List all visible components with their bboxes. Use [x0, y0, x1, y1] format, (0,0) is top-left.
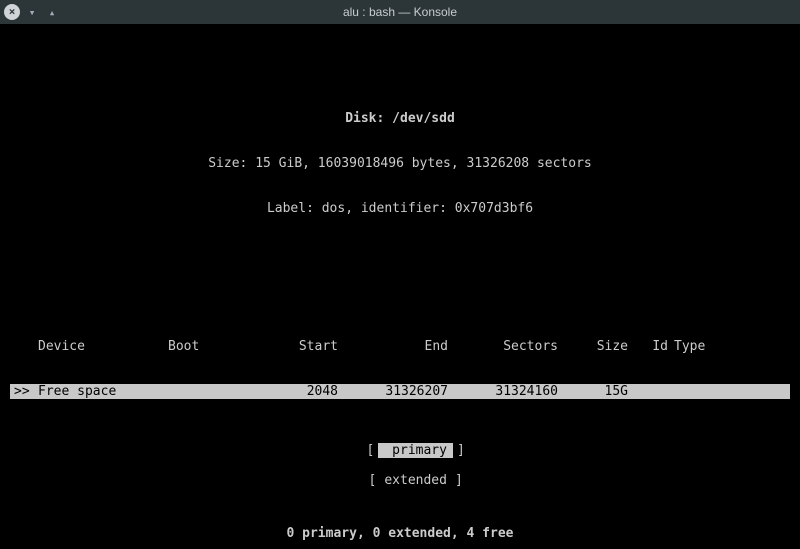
maximize-icon[interactable]: ▴ — [44, 4, 60, 20]
col-sectors: Sectors — [448, 339, 558, 354]
table-header-row: Device Boot Start End Sectors Size Id Ty… — [10, 339, 790, 354]
col-device: Device — [38, 339, 168, 354]
bracket-open: [ — [363, 443, 379, 458]
disk-header: Disk: /dev/sdd Size: 15 GiB, 16039018496… — [10, 81, 790, 246]
row-end: 31326207 — [338, 384, 448, 399]
disk-line-1: Disk: /dev/sdd — [10, 111, 790, 126]
row-type — [668, 384, 786, 399]
partition-type-menu: [ primary] [extended] — [0, 428, 800, 503]
col-boot: Boot — [168, 339, 238, 354]
table-row[interactable]: >> Free space 2048 31326207 31324160 15G — [10, 384, 790, 399]
disk-line-2: Size: 15 GiB, 16039018496 bytes, 3132620… — [10, 156, 790, 171]
col-end: End — [338, 339, 448, 354]
disk-line-3: Label: dos, identifier: 0x707d3bf6 — [10, 201, 790, 216]
row-boot — [168, 384, 238, 399]
window-title: alu : bash — Konsole — [0, 5, 800, 19]
row-size: 15G — [558, 384, 628, 399]
col-start: Start — [238, 339, 338, 354]
col-pointer — [14, 339, 38, 354]
bracket-close: ] — [451, 473, 467, 488]
bracket-open: [ — [365, 473, 381, 488]
row-pointer: >> — [14, 384, 38, 399]
menu-option-extended[interactable]: extended — [380, 473, 451, 488]
minimize-icon[interactable]: ▾ — [24, 4, 40, 20]
status-line: 0 primary, 0 extended, 4 free — [0, 526, 800, 541]
bracket-close: ] — [453, 443, 469, 458]
row-device: Free space — [38, 384, 168, 399]
row-start: 2048 — [238, 384, 338, 399]
col-id: Id — [628, 339, 668, 354]
partition-table: Device Boot Start End Sectors Size Id Ty… — [10, 309, 790, 429]
row-id — [628, 384, 668, 399]
close-icon[interactable]: × — [4, 4, 20, 20]
window-titlebar: × ▾ ▴ alu : bash — Konsole — [0, 0, 800, 24]
col-size: Size — [558, 339, 628, 354]
menu-option-primary[interactable]: primary — [378, 443, 453, 458]
col-type: Type — [668, 339, 786, 354]
terminal[interactable]: Disk: /dev/sdd Size: 15 GiB, 16039018496… — [0, 24, 800, 549]
row-sectors: 31324160 — [448, 384, 558, 399]
